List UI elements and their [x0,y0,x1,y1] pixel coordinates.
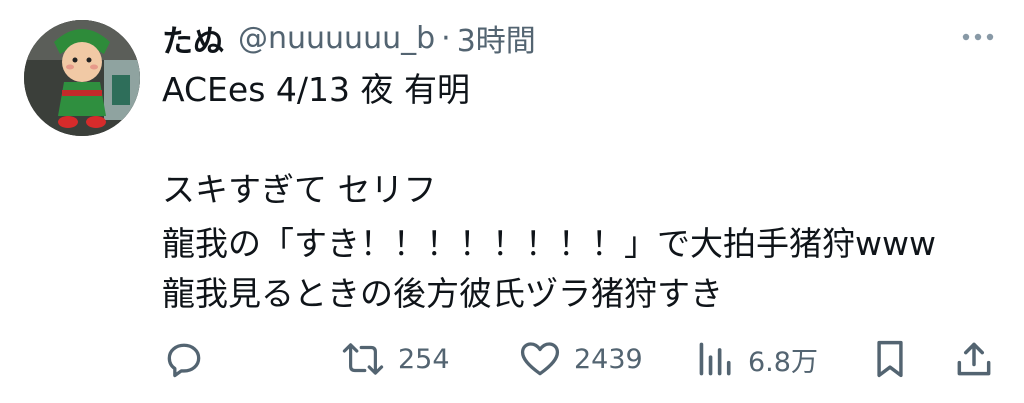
share-icon [957,342,991,376]
view-count: 6.8万 [748,346,818,378]
reply-button[interactable] [162,335,206,383]
bookmark-button[interactable] [870,335,910,383]
bookmark-icon [877,340,903,378]
analytics-icon [699,342,731,376]
avatar[interactable] [24,20,140,136]
tweet-line-4: 龍我の「すき！！！！！！！！」で大拍手猪狩www [162,224,936,263]
action-bar: 254 2439 6.8万 [162,335,1002,383]
retweet-button[interactable]: 254 [340,335,450,383]
views-button[interactable]: 6.8万 [696,335,818,383]
tweet-line-5: 龍我見るときの後方彼氏ヅラ猪狩すき [162,274,723,313]
retweet-count: 254 [398,343,450,375]
tweet-line-1: ACEes 4/13 夜 有明 [162,70,470,109]
separator-dot: · [441,20,451,56]
tweet-header: たぬ @nuuuuuu_b · 3時間 [162,16,536,60]
avatar-image [24,20,140,136]
author-name[interactable]: たぬ [162,16,224,61]
more-options-icon[interactable] [958,22,998,52]
like-button[interactable]: 2439 [518,335,643,383]
retweet-icon [342,343,384,375]
heart-icon [520,342,560,376]
like-count: 2439 [574,343,643,375]
tweet-line-3: スキすぎて セリフ [162,170,437,209]
author-handle[interactable]: @nuuuuuu_b [238,21,435,56]
share-button[interactable] [952,335,996,383]
reply-icon [167,343,201,378]
timestamp[interactable]: 3時間 [457,16,536,60]
